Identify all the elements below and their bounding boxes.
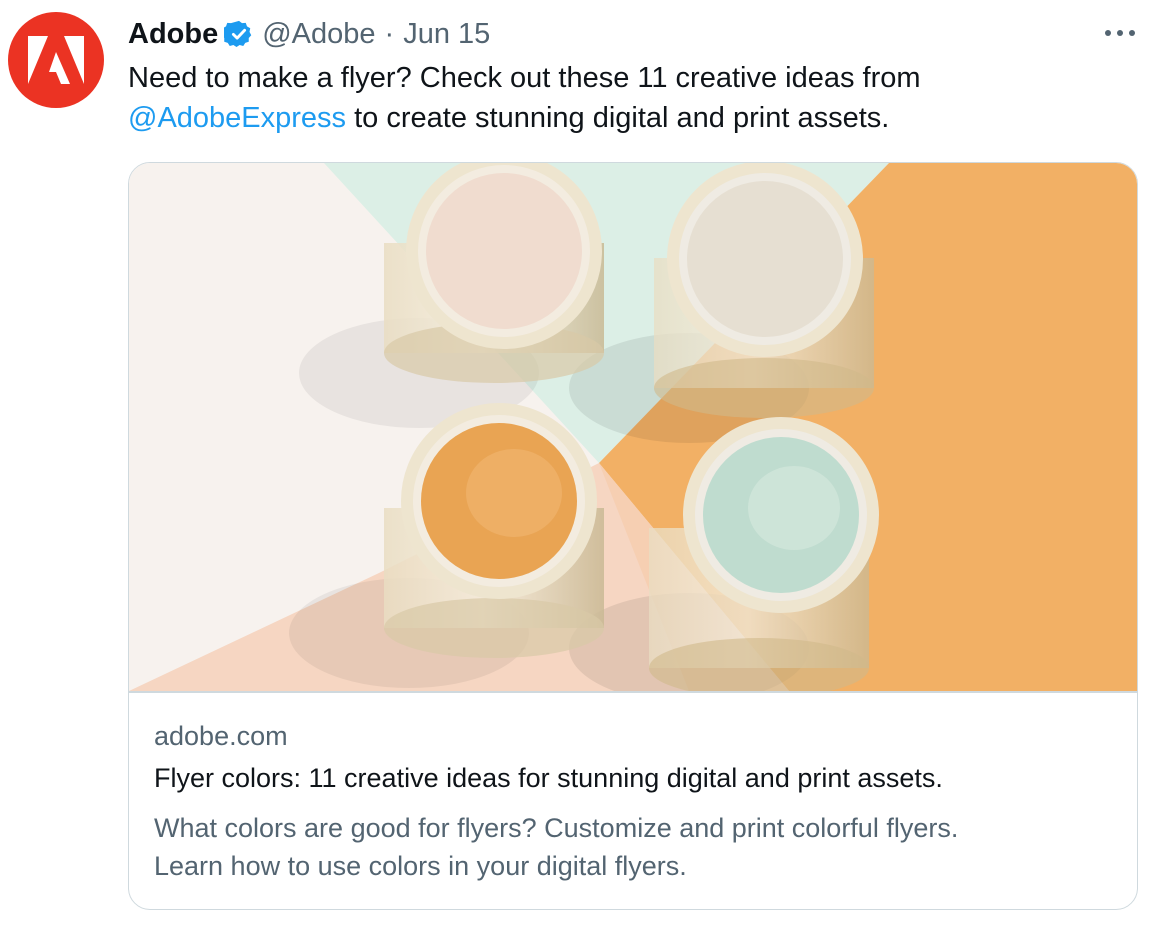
tweet-date[interactable]: Jun 15 (403, 18, 490, 51)
card-description-line: What colors are good for flyers? Customi… (154, 813, 959, 843)
more-options-button[interactable] (1100, 18, 1140, 48)
more-options-icon (1105, 30, 1135, 36)
author-name[interactable]: Adobe (128, 18, 218, 51)
card-description: What colors are good for flyers? Customi… (154, 809, 1114, 885)
tweet-text: Need to make a flyer? Check out these 11… (128, 58, 1138, 138)
card-domain: adobe.com (154, 721, 288, 751)
author-handle[interactable]: @Adobe (262, 18, 375, 51)
card-description-line: Learn how to use colors in your digital … (154, 851, 687, 881)
mention-link[interactable]: @AdobeExpress (128, 102, 346, 134)
avatar[interactable] (8, 12, 104, 108)
verified-badge-icon (224, 20, 252, 47)
separator-dot: · (384, 17, 395, 50)
tweet-text-part: to create stunning digital and print ass… (346, 102, 890, 134)
link-card[interactable]: adobe.com Flyer colors: 11 creative idea… (128, 162, 1138, 910)
tweet-header: Adobe @Adobe · Jun 15 (128, 14, 490, 54)
card-image (129, 163, 1137, 691)
adobe-logo-icon (28, 36, 84, 84)
card-title: Flyer colors: 11 creative ideas for stun… (154, 763, 943, 793)
tweet-text-part: Need to make a flyer? Check out these 11… (128, 62, 921, 94)
card-divider (129, 691, 1137, 693)
